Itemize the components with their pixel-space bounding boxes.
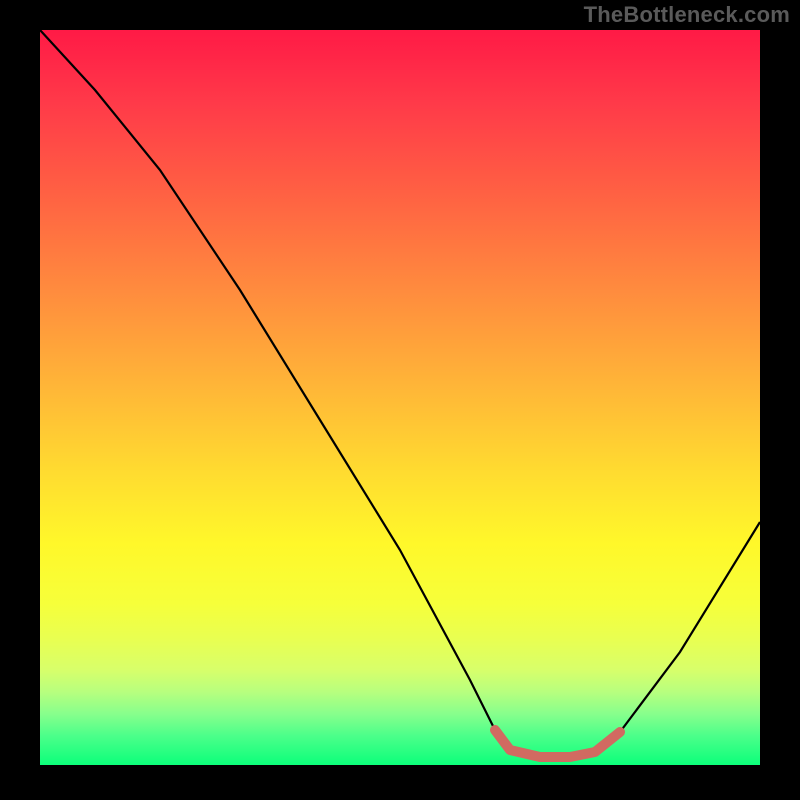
watermark-text: TheBottleneck.com bbox=[584, 2, 790, 28]
curve-layer bbox=[40, 30, 760, 765]
bottleneck-curve bbox=[40, 30, 760, 757]
highlight-segment bbox=[495, 730, 620, 757]
chart-frame: TheBottleneck.com bbox=[0, 0, 800, 800]
plot-area bbox=[40, 30, 760, 765]
